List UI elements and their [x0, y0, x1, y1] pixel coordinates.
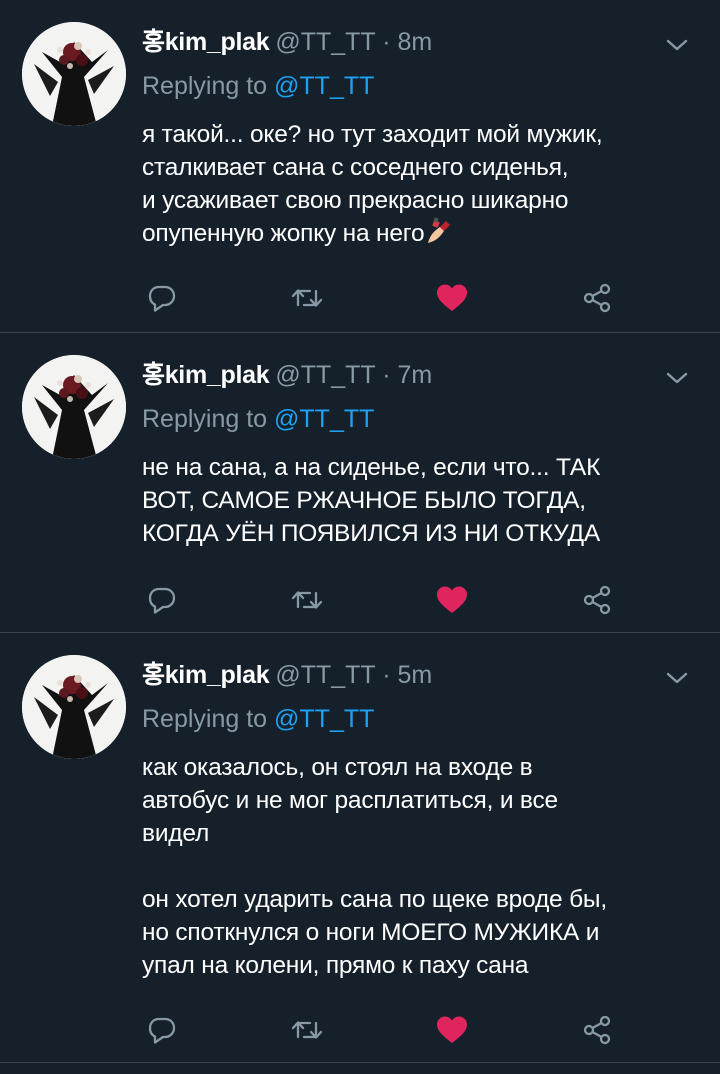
user-handle[interactable]: @TT_TT: [275, 661, 375, 689]
reply-icon[interactable]: [142, 1010, 182, 1050]
tweet-header: 홍kim_plak @TT_TT · 7m: [142, 355, 432, 395]
tweet-text-line: КОГДА УЁН ПОЯВИЛСЯ ИЗ НИ ОТКУДА: [142, 520, 600, 547]
replying-to-label: Replying to: [142, 405, 268, 433]
tweet[interactable]: 홍kim_plak @TT_TT · 5m Replying to @TT_TT …: [0, 633, 720, 1063]
replying-to: Replying to @TT_TT: [142, 405, 374, 434]
heart-icon[interactable]: [432, 1010, 472, 1050]
action-bar: [142, 278, 622, 318]
reply-icon[interactable]: [142, 580, 182, 620]
avatar[interactable]: [22, 355, 126, 459]
retweet-icon[interactable]: [287, 580, 327, 620]
tweet-text-line: я такой... оке? но тут заходит мой мужик…: [142, 121, 603, 148]
action-bar: [142, 1010, 622, 1050]
tweet[interactable]: 홍kim_plak @TT_TT · 7m Replying to @TT_TT …: [0, 333, 720, 633]
chevron-down-icon[interactable]: [662, 363, 692, 393]
tweet-text: как оказалось, он стоял на входе в автоб…: [142, 751, 694, 982]
user-handle[interactable]: @TT_TT: [275, 361, 375, 389]
tweet-text-line: он хотел ударить сана по щеке вроде бы,: [142, 886, 607, 913]
separator-dot: ·: [382, 361, 391, 389]
tweet-text-line: сталкивает сана с соседнего сиденья,: [142, 154, 569, 181]
replying-to-label: Replying to: [142, 705, 268, 733]
tweet-header: 홍kim_plak @TT_TT · 8m: [142, 22, 432, 62]
separator-dot: ·: [382, 28, 391, 56]
heart-icon[interactable]: [432, 580, 472, 620]
share-icon[interactable]: [577, 580, 617, 620]
tweet[interactable]: 홍kim_plak @TT_TT · 8m Replying to @TT_TT …: [0, 0, 720, 333]
replying-to-label: Replying to: [142, 72, 268, 100]
tweet-text: не на сана, а на сиденье, если что... ТА…: [142, 451, 694, 550]
action-bar: [142, 580, 622, 620]
display-name[interactable]: 홍kim_plak: [142, 361, 270, 389]
mention-link[interactable]: @TT_TT: [274, 705, 374, 733]
tweet-text-line: но споткнулся о ноги МОЕГО МУЖИКА и: [142, 919, 600, 946]
chevron-down-icon[interactable]: [662, 663, 692, 693]
tweet-text-line: не на сана, а на сиденье, если что... ТА…: [142, 454, 601, 481]
bouquet-image: [22, 22, 126, 126]
heart-icon[interactable]: [432, 278, 472, 318]
display-name[interactable]: 홍kim_plak: [142, 28, 270, 56]
display-name[interactable]: 홍kim_plak: [142, 661, 270, 689]
separator-dot: ·: [382, 661, 391, 689]
tweet-text-line: опупенную жопку на него: [142, 220, 425, 247]
tweet-text-line: ВОТ, САМОЕ РЖАЧНОЕ БЫЛО ТОГДА,: [142, 487, 586, 514]
tweet-header: 홍kim_plak @TT_TT · 5m: [142, 655, 432, 695]
tweet-text-line: как оказалось, он стоял на входе в: [142, 754, 533, 781]
timestamp[interactable]: 7m: [397, 361, 432, 389]
timestamp[interactable]: 8m: [397, 28, 432, 56]
timestamp[interactable]: 5m: [397, 661, 432, 689]
tweet-text-line: видел: [142, 820, 210, 847]
nail-polish-icon: [424, 217, 452, 254]
replying-to: Replying to @TT_TT: [142, 705, 374, 734]
retweet-icon[interactable]: [287, 1010, 327, 1050]
bouquet-image: [22, 355, 126, 459]
tweet-text-line: и усаживает свою прекрасно шикарно: [142, 187, 569, 214]
replying-to: Replying to @TT_TT: [142, 72, 374, 101]
chevron-down-icon[interactable]: [662, 30, 692, 60]
user-handle[interactable]: @TT_TT: [275, 28, 375, 56]
mention-link[interactable]: @TT_TT: [274, 405, 374, 433]
reply-icon[interactable]: [142, 278, 182, 318]
mention-link[interactable]: @TT_TT: [274, 72, 374, 100]
share-icon[interactable]: [577, 278, 617, 318]
share-icon[interactable]: [577, 1010, 617, 1050]
retweet-icon[interactable]: [287, 278, 327, 318]
avatar[interactable]: [22, 22, 126, 126]
tweet-text-line: упал на колени, прямо к паху сана: [142, 952, 529, 979]
tweet-text-line: автобус и не мог расплатиться, и все: [142, 787, 558, 814]
avatar[interactable]: [22, 655, 126, 759]
bouquet-image: [22, 655, 126, 759]
tweet-text: я такой... оке? но тут заходит мой мужик…: [142, 118, 694, 254]
